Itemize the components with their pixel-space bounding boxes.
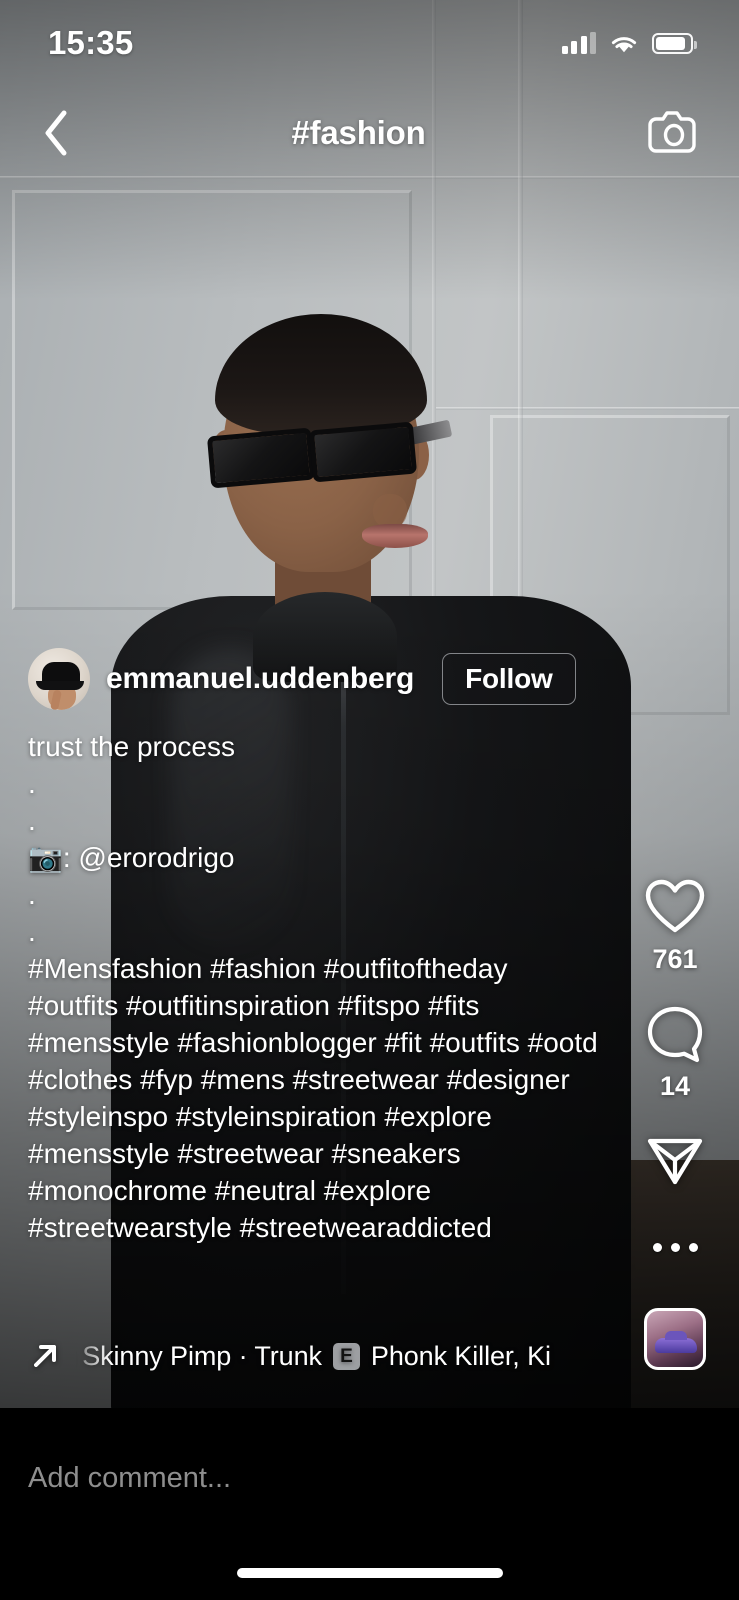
audio-cover-thumbnail[interactable] bbox=[644, 1308, 706, 1370]
post-caption-block: emmanuel.uddenberg Follow trust the proc… bbox=[0, 648, 608, 1246]
wall-molding bbox=[0, 176, 739, 179]
audio-attribution-row[interactable]: in Skinny Pimp · Trunk E Phonk Killer, K… bbox=[28, 1332, 600, 1380]
comment-count: 14 bbox=[659, 1071, 691, 1101]
caption-text[interactable]: trust the process . . 📷: @erorodrigo . .… bbox=[28, 728, 608, 1246]
follow-button[interactable]: Follow bbox=[442, 653, 576, 705]
audio-trailing-text: Phonk Killer, Ki bbox=[370, 1340, 551, 1371]
comment-bar: Add comment... bbox=[0, 1408, 739, 1600]
comment-input[interactable]: Add comment... bbox=[28, 1450, 588, 1506]
subject-lips bbox=[361, 524, 428, 548]
top-navigation-bar: #fashion bbox=[0, 96, 739, 170]
explicit-badge: E bbox=[332, 1342, 360, 1370]
avatar[interactable] bbox=[28, 648, 90, 710]
post-author-row: emmanuel.uddenberg Follow bbox=[28, 648, 608, 710]
share-button[interactable] bbox=[640, 1124, 710, 1194]
subject-hair bbox=[214, 314, 427, 434]
author-username[interactable]: emmanuel.uddenberg bbox=[106, 662, 414, 696]
reels-screen: Toulouse-Lautrec 15:35 bbox=[0, 0, 739, 1600]
battery-icon bbox=[652, 32, 697, 54]
more-options-icon bbox=[652, 1212, 698, 1282]
status-bar: 15:35 bbox=[0, 0, 739, 86]
camera-icon bbox=[648, 111, 696, 153]
more-options-button[interactable] bbox=[652, 1212, 698, 1282]
heart-icon bbox=[640, 872, 710, 942]
comment-bubble-icon bbox=[640, 999, 710, 1069]
arrow-up-right-icon bbox=[28, 1339, 62, 1373]
like-count: 761 bbox=[652, 944, 698, 974]
audio-cover-art bbox=[655, 1331, 697, 1353]
status-time: 15:35 bbox=[48, 24, 134, 61]
sunglasses-icon bbox=[206, 419, 452, 492]
action-rail: 761 14 bbox=[625, 872, 725, 1370]
camera-button[interactable] bbox=[643, 105, 705, 161]
paper-plane-icon bbox=[640, 1124, 710, 1194]
page-title: #fashion bbox=[291, 114, 426, 151]
sunglasses-lens bbox=[206, 427, 315, 489]
home-indicator[interactable] bbox=[236, 1568, 503, 1578]
subject-nose bbox=[372, 494, 407, 528]
audio-marquee: in Skinny Pimp · Trunk E Phonk Killer, K… bbox=[76, 1341, 600, 1372]
chevron-left-icon bbox=[45, 110, 67, 156]
audio-artist-track: in Skinny Pimp · Trunk bbox=[76, 1340, 322, 1371]
status-indicators bbox=[561, 32, 697, 55]
wifi-icon bbox=[611, 36, 637, 52]
signal-bars-icon bbox=[561, 32, 596, 54]
sunglasses-lens bbox=[308, 421, 417, 483]
comment-button[interactable]: 14 bbox=[640, 999, 710, 1102]
avatar-hat-brim bbox=[36, 681, 84, 690]
like-button[interactable]: 761 bbox=[640, 872, 710, 975]
